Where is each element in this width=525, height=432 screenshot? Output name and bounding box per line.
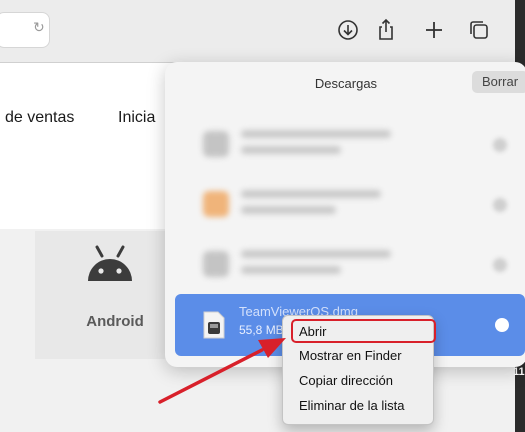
download-item[interactable] (165, 114, 525, 172)
reveal-icon[interactable] (493, 258, 507, 272)
tabs-overview-icon[interactable] (467, 18, 491, 42)
downloads-icon[interactable] (336, 18, 360, 42)
menu-item-show-in-finder[interactable]: Mostrar en Finder (283, 344, 433, 368)
highlight-box (291, 319, 436, 343)
edge-number: 11 (513, 366, 525, 378)
browser-toolbar: ↻ (0, 0, 515, 63)
reload-icon[interactable]: ↻ (33, 19, 45, 36)
clear-downloads-button[interactable]: Borrar (472, 71, 525, 93)
download-item[interactable] (165, 234, 525, 292)
android-card[interactable]: Android (35, 231, 185, 359)
screenshot: de ventas Inicia Android ↻ 11 Descargas … (0, 0, 525, 432)
file-icon (203, 251, 229, 277)
new-tab-icon[interactable] (422, 18, 446, 42)
dmg-file-icon (203, 311, 225, 339)
android-icon (88, 245, 132, 281)
nav-link-sales[interactable]: de ventas (5, 109, 74, 127)
downloads-title: Descargas (314, 76, 378, 91)
menu-item-copy-address[interactable]: Copiar dirección (283, 369, 433, 393)
reveal-icon[interactable] (493, 138, 507, 152)
download-item[interactable] (165, 174, 525, 232)
menu-item-remove-from-list[interactable]: Eliminar de la lista (283, 394, 433, 418)
share-icon[interactable] (374, 18, 398, 42)
nav-link-login[interactable]: Inicia (118, 109, 155, 127)
reveal-icon[interactable] (493, 198, 507, 212)
file-size: 55,8 MB (239, 323, 284, 337)
file-icon (203, 191, 229, 217)
file-icon (203, 131, 229, 157)
magnifier-icon[interactable] (495, 318, 509, 332)
